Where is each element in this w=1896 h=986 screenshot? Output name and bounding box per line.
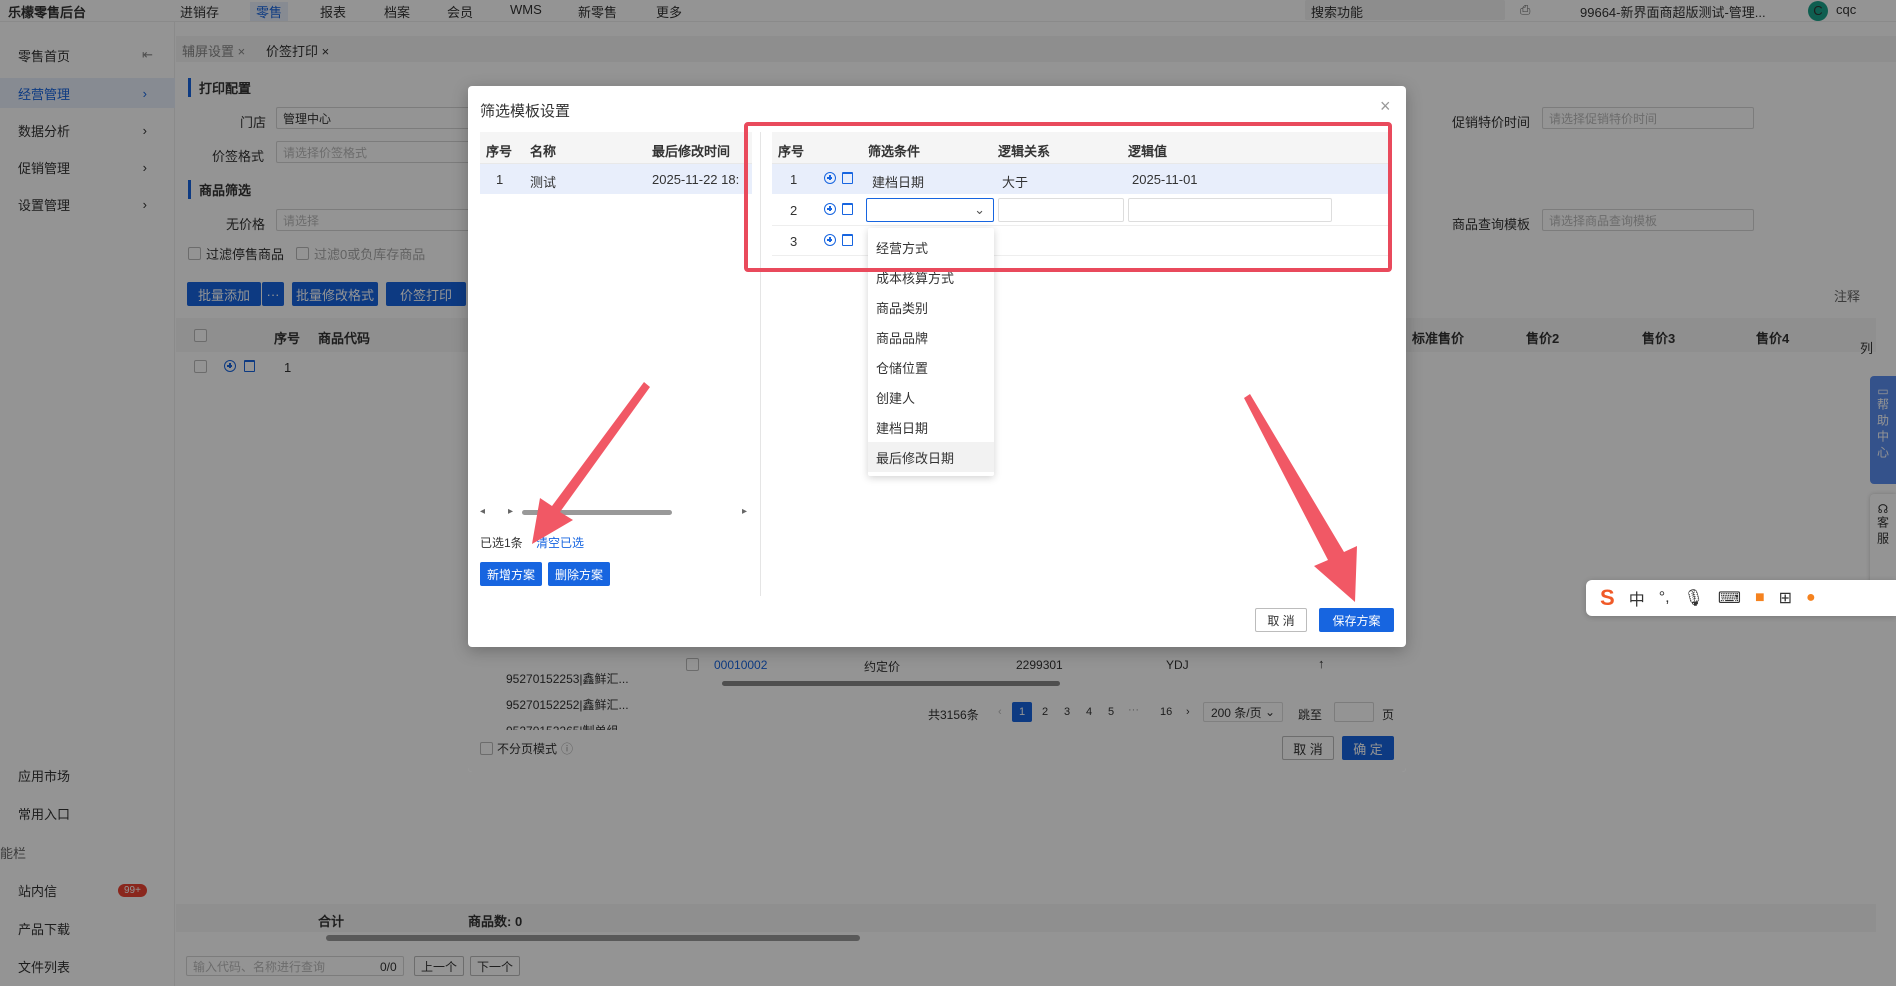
skin-icon[interactable]: ■ [1755,589,1765,607]
annotation-arrows [532,382,1357,602]
arrow-to-save-button [1244,394,1357,602]
mascot-icon[interactable]: ● [1806,589,1816,607]
grid-icon[interactable]: ⊞ [1779,588,1792,608]
keyboard-icon[interactable]: ⌨ [1718,588,1741,608]
ime-toolbar: S 中 °, 🎙 ⌨ ■ ⊞ ● [1586,580,1896,616]
ime-chinese-toggle[interactable]: 中 [1629,586,1645,610]
microphone-icon[interactable]: 🎙 [1684,588,1704,608]
sogou-logo-icon[interactable]: S [1600,585,1615,611]
ime-punct-toggle[interactable]: °, [1659,589,1670,607]
arrow-to-selected [532,382,650,544]
